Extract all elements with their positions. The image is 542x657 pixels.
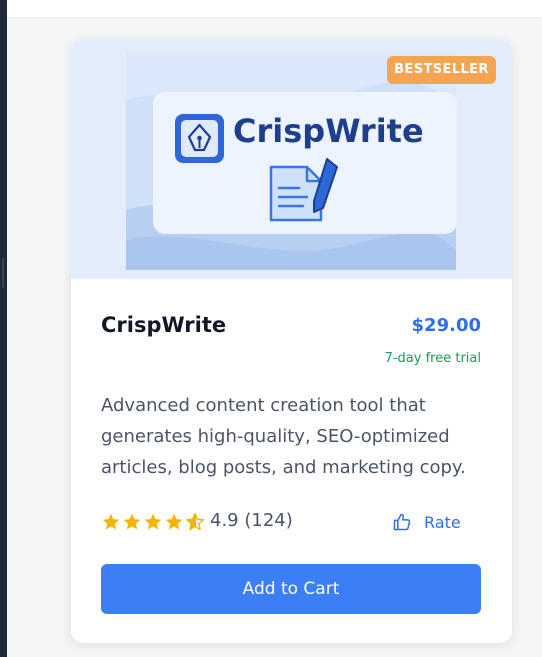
free-trial-note: 7-day free trial — [384, 351, 481, 366]
top-bar — [7, 0, 542, 18]
half-star-icon — [186, 513, 204, 531]
rate-label: Rate — [424, 512, 461, 532]
star-icon — [165, 513, 183, 530]
star-icon — [102, 513, 120, 530]
hero-logo-text: CrispWrite — [233, 112, 424, 150]
star-rating — [101, 512, 205, 532]
product-card: CrispWrite BESTSELLER CrispWrite $29.00 … — [71, 40, 512, 643]
rate-button[interactable]: Rate — [392, 509, 461, 535]
product-title: CrispWrite — [101, 313, 227, 337]
product-price: $29.00 — [411, 315, 481, 336]
add-to-cart-button[interactable]: Add to Cart — [101, 564, 481, 614]
product-hero-image: CrispWrite BESTSELLER — [71, 40, 512, 279]
left-rail — [0, 0, 7, 657]
pen-nib-icon — [175, 114, 224, 163]
bestseller-badge: BESTSELLER — [387, 56, 496, 84]
product-description: Advanced content creation tool that gene… — [101, 395, 466, 478]
thumbs-up-icon — [393, 513, 411, 531]
star-icon — [144, 513, 162, 530]
rating-text: 4.9 (124) — [210, 510, 293, 531]
resize-handle[interactable] — [2, 258, 4, 288]
star-icon — [123, 513, 141, 530]
